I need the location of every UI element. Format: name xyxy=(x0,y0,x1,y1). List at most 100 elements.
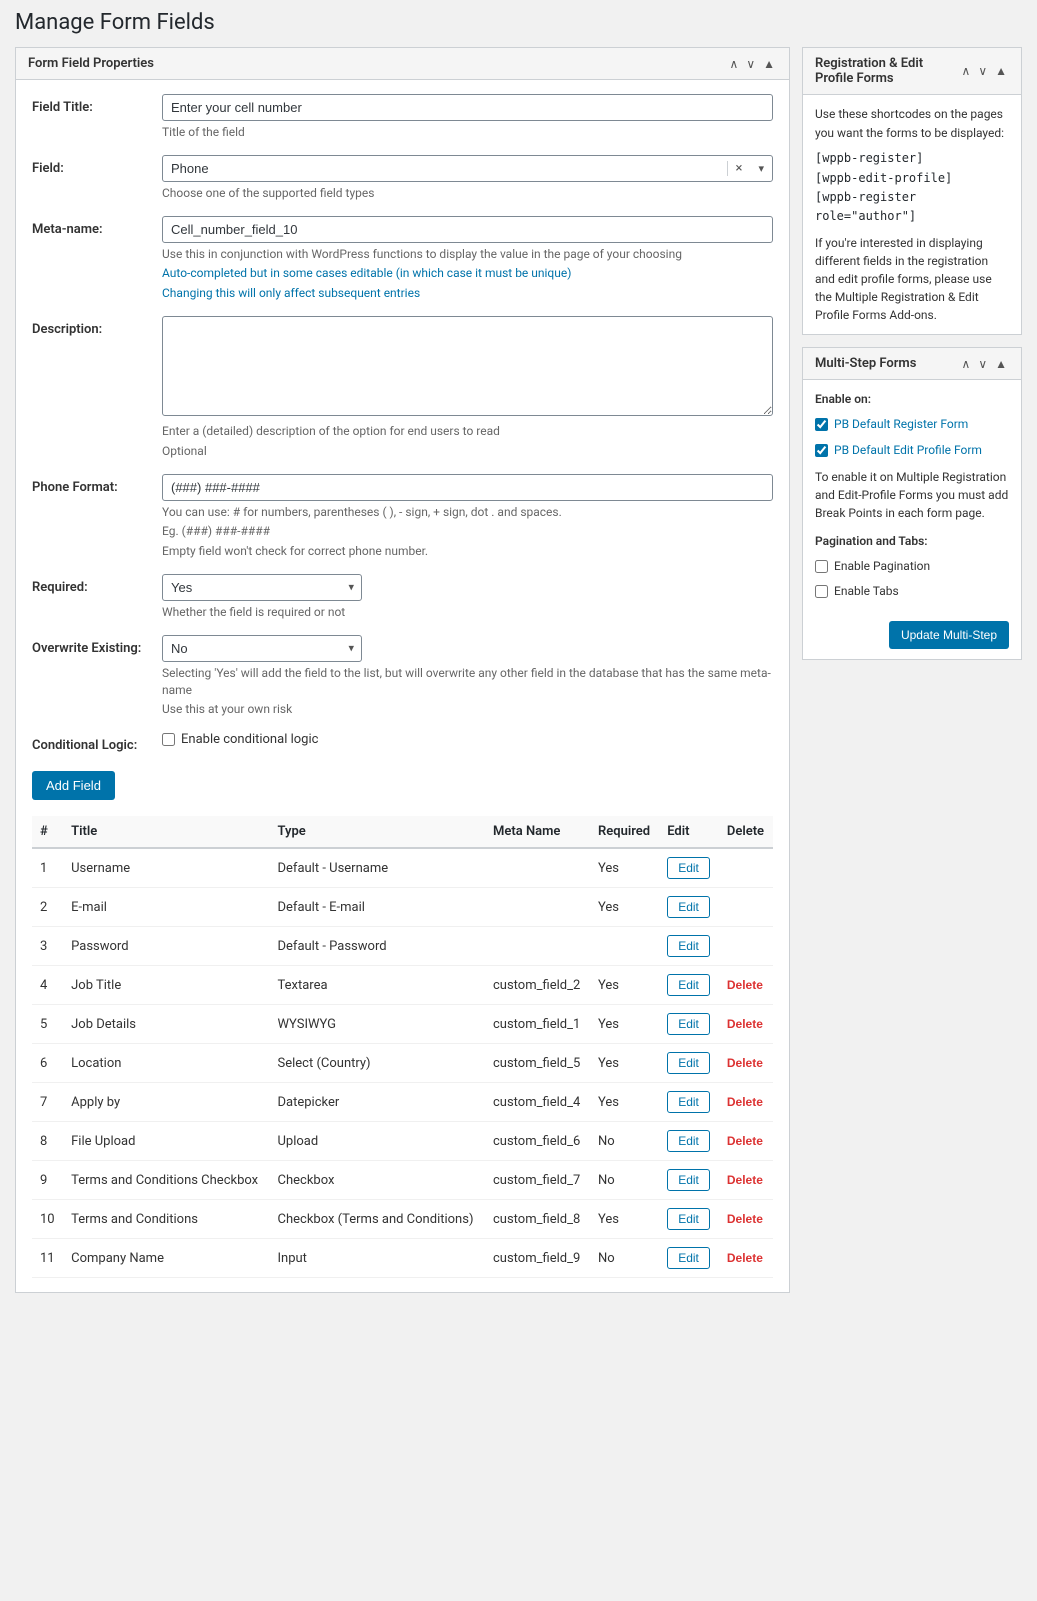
enable-tabs-row: Enable Tabs xyxy=(815,582,1009,601)
enable-tabs-checkbox[interactable] xyxy=(815,585,828,598)
overwrite-existing-select[interactable]: No Yes xyxy=(162,635,362,662)
multistep-down-icon[interactable]: ∨ xyxy=(976,357,989,371)
description-hint1: Enter a (detailed) description of the op… xyxy=(162,423,773,440)
panel-up-icon[interactable]: ∧ xyxy=(728,57,741,71)
conditional-logic-checkbox-label: Enable conditional logic xyxy=(181,732,318,747)
meta-name-label: Meta-name: xyxy=(32,216,162,237)
row-meta-name xyxy=(485,927,590,966)
col-type: Type xyxy=(270,816,486,848)
row-required: No xyxy=(590,1239,659,1278)
edit-profile-checkbox[interactable] xyxy=(815,444,828,457)
row-title: Apply by xyxy=(63,1083,269,1122)
edit-button[interactable]: Edit xyxy=(667,1169,710,1191)
row-delete-cell: Delete xyxy=(719,1122,773,1161)
panel-body: Field Title: Title of the field Field: xyxy=(16,80,789,1292)
field-type-select-wrapper: Phone Input Textarea Select Checkbox × ▾ xyxy=(162,155,773,182)
row-delete-cell xyxy=(719,888,773,927)
conditional-logic-row: Conditional Logic: Enable conditional lo… xyxy=(32,732,773,753)
row-edit-cell: Edit xyxy=(659,1122,719,1161)
edit-button[interactable]: Edit xyxy=(667,857,710,879)
reg-down-icon[interactable]: ∨ xyxy=(976,64,989,78)
add-field-button[interactable]: Add Field xyxy=(32,771,115,800)
update-multistep-button[interactable]: Update Multi-Step xyxy=(889,621,1009,649)
phone-format-content: You can use: # for numbers, parentheses … xyxy=(162,474,773,560)
table-row: 7Apply byDatepickercustom_field_4YesEdit… xyxy=(32,1083,773,1122)
reg-up-icon[interactable]: ∧ xyxy=(960,64,973,78)
row-required: Yes xyxy=(590,1044,659,1083)
row-meta-name xyxy=(485,848,590,888)
row-edit-cell: Edit xyxy=(659,927,719,966)
col-delete: Delete xyxy=(719,816,773,848)
enable-pagination-label: Enable Pagination xyxy=(834,557,930,576)
row-required: Yes xyxy=(590,1005,659,1044)
edit-button[interactable]: Edit xyxy=(667,974,710,996)
row-type: Default - E-mail xyxy=(270,888,486,927)
col-title: Title xyxy=(63,816,269,848)
reg-expand-icon[interactable]: ▲ xyxy=(993,64,1009,78)
delete-button[interactable]: Delete xyxy=(727,1251,763,1265)
row-delete-cell: Delete xyxy=(719,966,773,1005)
page-title: Manage Form Fields xyxy=(15,10,1022,35)
row-type: Default - Password xyxy=(270,927,486,966)
row-delete-cell: Delete xyxy=(719,1005,773,1044)
row-delete-cell xyxy=(719,927,773,966)
table-row: 5Job DetailsWYSIWYGcustom_field_1YesEdit… xyxy=(32,1005,773,1044)
enable-on-label: Enable on: xyxy=(815,390,1009,409)
row-type: Datepicker xyxy=(270,1083,486,1122)
conditional-logic-checkbox[interactable] xyxy=(162,733,175,746)
table-row: 2E-mailDefault - E-mailYesEdit xyxy=(32,888,773,927)
overwrite-existing-row: Overwrite Existing: No Yes Selecting 'Ye… xyxy=(32,635,773,718)
row-delete-cell: Delete xyxy=(719,1200,773,1239)
row-title: Password xyxy=(63,927,269,966)
row-type: Default - Username xyxy=(270,848,486,888)
multistep-expand-icon[interactable]: ▲ xyxy=(993,357,1009,371)
col-meta-name: Meta Name xyxy=(485,816,590,848)
edit-button[interactable]: Edit xyxy=(667,935,710,957)
edit-button[interactable]: Edit xyxy=(667,1052,710,1074)
row-required: Yes xyxy=(590,888,659,927)
register-form-checkbox[interactable] xyxy=(815,418,828,431)
registration-panel-body: Use these shortcodes on the pages you wa… xyxy=(803,95,1021,334)
delete-button[interactable]: Delete xyxy=(727,978,763,992)
register-form-checkbox-row: PB Default Register Form xyxy=(815,415,1009,434)
meta-name-input[interactable] xyxy=(162,216,773,243)
row-title: E-mail xyxy=(63,888,269,927)
edit-button[interactable]: Edit xyxy=(667,1091,710,1113)
field-type-select[interactable]: Phone Input Textarea Select Checkbox xyxy=(163,156,727,181)
right-column: Registration & Edit Profile Forms ∧ ∨ ▲ … xyxy=(802,47,1022,672)
delete-button[interactable]: Delete xyxy=(727,1173,763,1187)
multistep-up-icon[interactable]: ∧ xyxy=(960,357,973,371)
edit-button[interactable]: Edit xyxy=(667,1247,710,1269)
row-meta-name: custom_field_8 xyxy=(485,1200,590,1239)
edit-button[interactable]: Edit xyxy=(667,1130,710,1152)
description-textarea[interactable] xyxy=(162,316,773,416)
delete-button[interactable]: Delete xyxy=(727,1212,763,1226)
edit-button[interactable]: Edit xyxy=(667,1208,710,1230)
edit-button[interactable]: Edit xyxy=(667,896,710,918)
shortcode-2: [wppb-edit-profile] xyxy=(815,169,1009,188)
conditional-logic-wrapper: Enable conditional logic xyxy=(162,732,773,747)
description-content: Enter a (detailed) description of the op… xyxy=(162,316,773,460)
required-select[interactable]: Yes No xyxy=(162,574,362,601)
phone-format-label: Phone Format: xyxy=(32,474,162,495)
table-row: 11Company NameInputcustom_field_9NoEditD… xyxy=(32,1239,773,1278)
delete-button[interactable]: Delete xyxy=(727,1095,763,1109)
row-type: Input xyxy=(270,1239,486,1278)
delete-button[interactable]: Delete xyxy=(727,1134,763,1148)
row-title: Location xyxy=(63,1044,269,1083)
row-type: Checkbox (Terms and Conditions) xyxy=(270,1200,486,1239)
description-row: Description: Enter a (detailed) descript… xyxy=(32,316,773,460)
panel-down-icon[interactable]: ∨ xyxy=(744,57,757,71)
row-title: Terms and Conditions xyxy=(63,1200,269,1239)
edit-button[interactable]: Edit xyxy=(667,1013,710,1035)
field-type-clear-btn[interactable]: × xyxy=(727,161,751,176)
panel-expand-icon[interactable]: ▲ xyxy=(761,57,777,71)
phone-format-input[interactable] xyxy=(162,474,773,501)
row-meta-name: custom_field_5 xyxy=(485,1044,590,1083)
delete-button[interactable]: Delete xyxy=(727,1017,763,1031)
enable-pagination-checkbox[interactable] xyxy=(815,560,828,573)
field-title-input[interactable] xyxy=(162,94,773,121)
delete-button[interactable]: Delete xyxy=(727,1056,763,1070)
row-num: 10 xyxy=(32,1200,63,1239)
row-required: No xyxy=(590,1122,659,1161)
